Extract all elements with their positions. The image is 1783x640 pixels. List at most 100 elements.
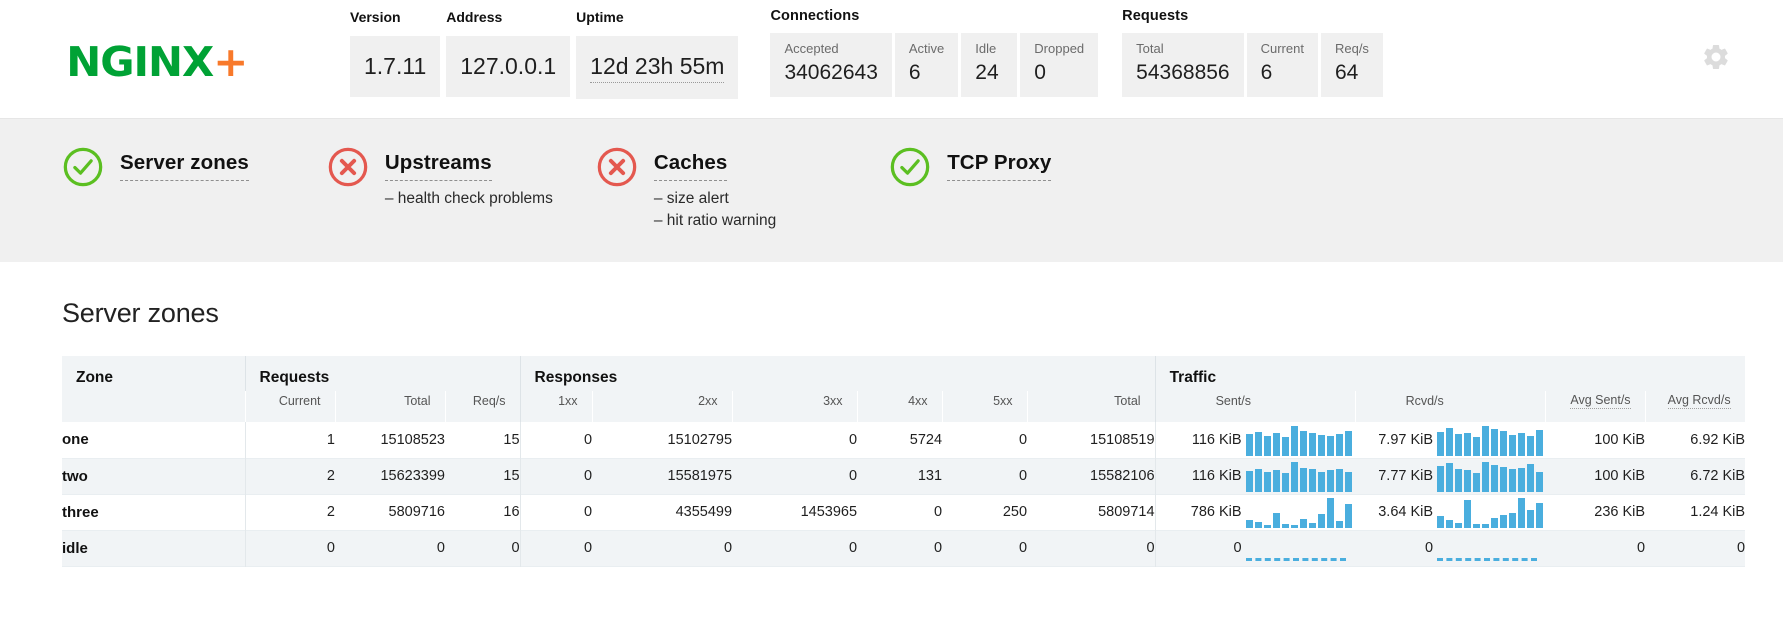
sparkline-bar [1273, 513, 1280, 528]
cell-rcvd-s: 7.77 KiB [1355, 458, 1545, 494]
cell-avg-sent-s: 100 KiB [1545, 458, 1645, 494]
sparkline-bar [1455, 434, 1462, 456]
version-box: 1.7.11 [350, 36, 440, 97]
sparkline-bar [1473, 437, 1480, 456]
subheader-rcvd-s: Rcvd/s [1355, 391, 1545, 422]
connections-active-label: Active [909, 40, 944, 58]
cell-rcvd-s-value: 7.77 KiB [1355, 468, 1433, 484]
connections-dropped-box: Dropped 0 [1020, 33, 1098, 97]
address-value: 127.0.0.1 [460, 52, 556, 81]
status-item-server-zones[interactable]: Server zones [62, 145, 249, 188]
status-label-caches[interactable]: Caches [654, 151, 728, 181]
cell-zone-name: three [62, 494, 245, 530]
subheader-avg-rcvd-s: Avg Rcvd/s [1645, 391, 1745, 422]
cell-3xx: 0 [732, 458, 857, 494]
cell-req-total: 0 [335, 530, 445, 566]
sparkline-bar [1291, 426, 1298, 456]
group-header-zone: Zone [62, 356, 245, 391]
sparkline-sent [1242, 460, 1352, 492]
cell-req-per-s: 16 [445, 494, 520, 530]
sparkline-bar [1482, 426, 1489, 456]
sparkline-bar [1309, 433, 1316, 456]
sparkline-rcvd [1433, 496, 1543, 528]
table-group-header-row: Zone Requests Responses Traffic [62, 356, 1745, 391]
address-box: 127.0.0.1 [446, 36, 570, 97]
cell-zone-name: two [62, 458, 245, 494]
cell-req-current: 2 [245, 494, 335, 530]
cell-sent-s: 116 KiB [1155, 422, 1355, 458]
cell-rcvd-s: 3.64 KiB [1355, 494, 1545, 530]
sparkline-bar [1491, 429, 1498, 456]
sparkline-bar [1246, 434, 1253, 456]
cell-avg-rcvd-s: 1.24 KiB [1645, 494, 1745, 530]
table-row[interactable]: idle 0 0 0 0 0 0 0 0 0 0 0 [62, 530, 1745, 566]
sparkline-bar [1509, 513, 1516, 528]
status-label-server-zones[interactable]: Server zones [120, 151, 249, 181]
sparkline-bar [1509, 435, 1516, 456]
status-summary-bar: Server zones Upstreams – health check pr… [0, 118, 1783, 262]
uptime-value-wrap: 12d 23h 55m [590, 52, 724, 83]
cell-sent-s: 0 [1155, 530, 1355, 566]
logo-plus: + [213, 38, 247, 86]
table-row[interactable]: two 2 15623399 15 0 15581975 0 131 0 155… [62, 458, 1745, 494]
cell-rcvd-s: 7.97 KiB [1355, 422, 1545, 458]
status-note: – size alert [654, 188, 776, 210]
sparkline-bar [1282, 524, 1289, 528]
cell-sent-s: 786 KiB [1155, 494, 1355, 530]
sparkline-rcvd-zero [1437, 558, 1537, 561]
connections-accepted-box: Accepted 34062643 [770, 33, 891, 97]
connections-active-value: 6 [909, 60, 944, 86]
cell-4xx: 131 [857, 458, 942, 494]
cell-5xx: 250 [942, 494, 1027, 530]
sparkline-bar [1327, 498, 1334, 528]
sparkline-bar [1264, 436, 1271, 456]
sparkline-bar [1491, 518, 1498, 528]
error-circle-icon [596, 146, 638, 188]
cell-3xx: 1453965 [732, 494, 857, 530]
cell-avg-rcvd-s: 6.92 KiB [1645, 422, 1745, 458]
sparkline-bar [1500, 467, 1507, 492]
sparkline-bar [1345, 472, 1352, 492]
cell-avg-sent-s: 0 [1545, 530, 1645, 566]
sparkline-bar [1464, 433, 1471, 456]
sparkline-bar [1318, 435, 1325, 456]
status-item-caches[interactable]: Caches – size alert – hit ratio warning [596, 145, 776, 231]
cell-zone-name: one [62, 422, 245, 458]
status-item-upstreams[interactable]: Upstreams – health check problems [327, 145, 553, 210]
requests-current-value: 6 [1261, 60, 1304, 86]
sparkline-bar [1327, 436, 1334, 456]
status-label-upstreams[interactable]: Upstreams [385, 151, 492, 181]
sparkline-bar [1318, 472, 1325, 492]
gear-icon[interactable] [1701, 42, 1731, 72]
sparkline-bar [1246, 471, 1253, 492]
sparkline-bar [1437, 466, 1444, 492]
sparkline-bar [1282, 437, 1289, 456]
connections-dropped-label: Dropped [1034, 40, 1084, 58]
logo-text: NGINX+ [66, 42, 247, 83]
cell-resp-total: 15108519 [1027, 422, 1155, 458]
cell-1xx: 0 [520, 530, 592, 566]
connections-group: Connections Accepted 34062643 Active 6 I… [770, 0, 1098, 97]
cell-2xx: 15581975 [592, 458, 732, 494]
address-header-label: Address [446, 8, 570, 27]
cell-req-per-s: 15 [445, 458, 520, 494]
sparkline-rcvd [1433, 424, 1543, 456]
requests-current-label: Current [1261, 40, 1304, 58]
sparkline-bar [1300, 431, 1307, 456]
cell-4xx: 0 [857, 530, 942, 566]
status-label-tcp-proxy[interactable]: TCP Proxy [947, 151, 1051, 181]
sparkline-bar [1509, 469, 1516, 492]
connections-accepted-value: 34062643 [784, 60, 877, 86]
requests-reqs-value: 64 [1335, 60, 1369, 86]
page-title: Server zones [62, 298, 1783, 329]
cell-req-total: 15108523 [335, 422, 445, 458]
connections-accepted-label: Accepted [784, 40, 877, 58]
status-note: – health check problems [385, 188, 553, 210]
requests-reqs-box: Req/s 64 [1321, 33, 1383, 97]
sparkline-sent [1242, 424, 1352, 456]
nginx-plus-logo: NGINX+ [68, 0, 300, 118]
table-row[interactable]: one 1 15108523 15 0 15102795 0 5724 0 15… [62, 422, 1745, 458]
status-item-tcp-proxy[interactable]: TCP Proxy [889, 145, 1051, 188]
status-notes-upstreams: – health check problems [385, 188, 553, 210]
table-row[interactable]: three 2 5809716 16 0 4355499 1453965 0 2… [62, 494, 1745, 530]
